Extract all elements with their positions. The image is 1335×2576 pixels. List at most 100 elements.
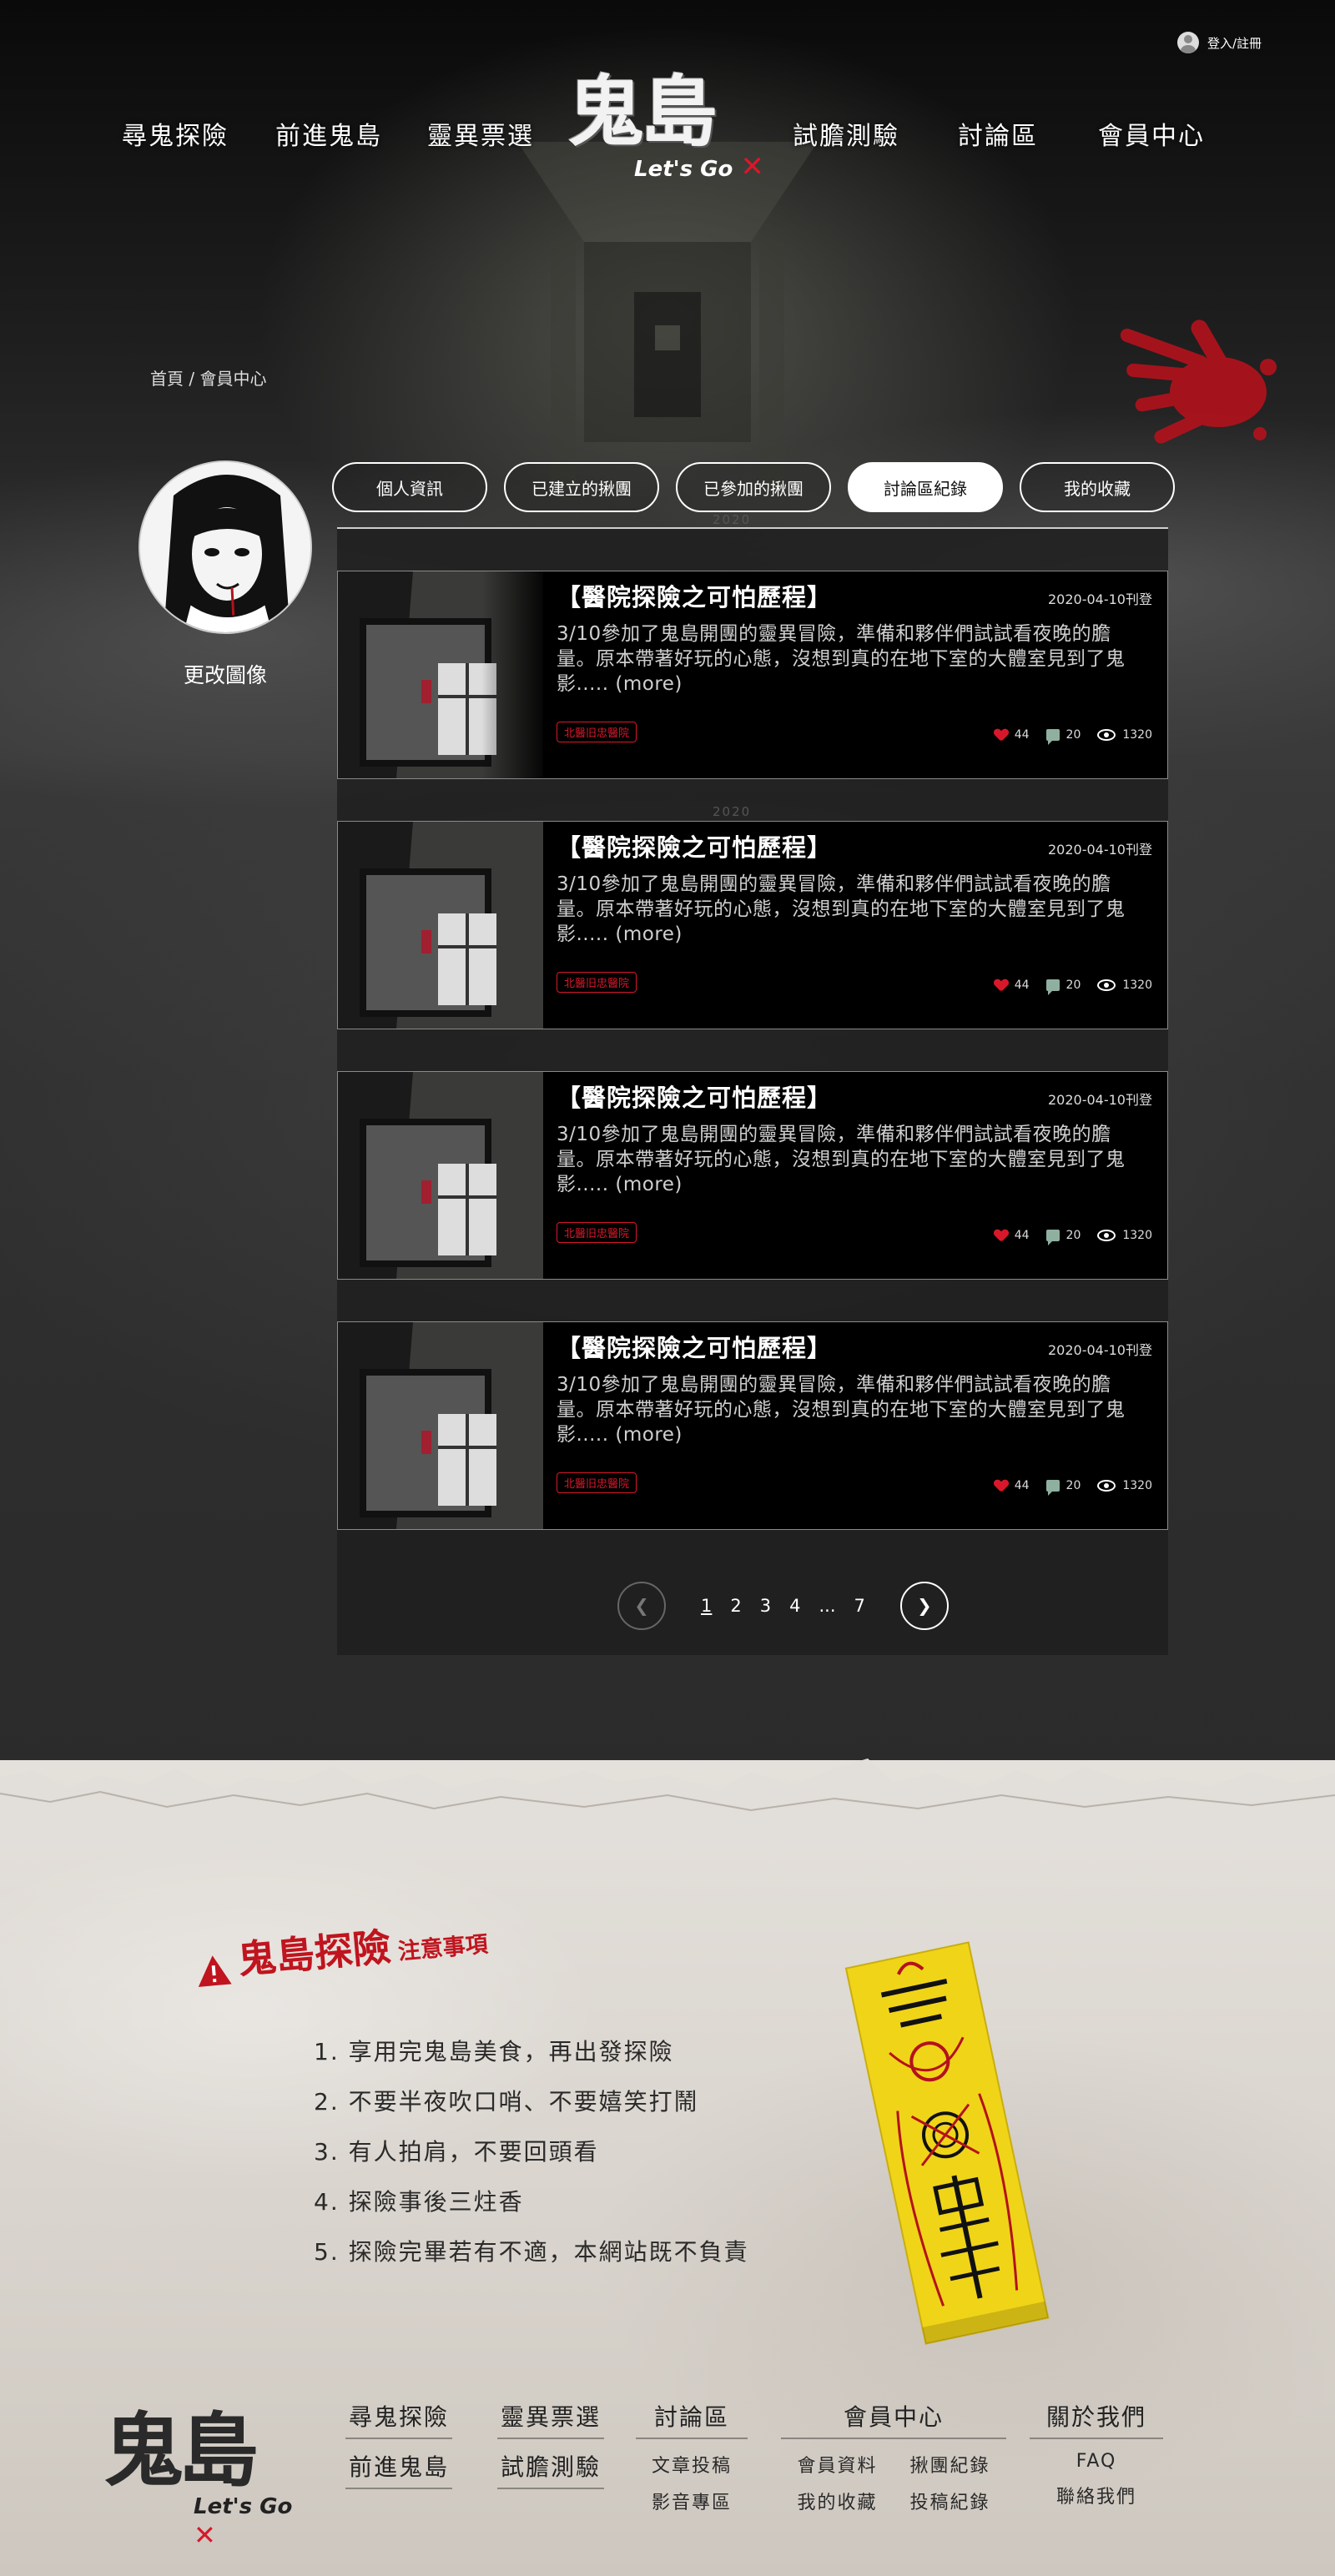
nav-item-forum[interactable]: 討論區 <box>958 115 1038 152</box>
comment-count: 20 <box>1065 728 1081 742</box>
post-location-tag[interactable]: 北醫旧忠醫院 <box>557 1222 637 1243</box>
footer-link-submission-records[interactable]: 投稿紀錄 <box>894 2488 1006 2514</box>
prev-page-button[interactable]: ❮ <box>617 1582 666 1630</box>
post-excerpt: 3/10參加了鬼島開團的靈異冒險，準備和夥伴們試試看夜晚的膽量。原本帶著好玩的心… <box>557 623 1126 695</box>
heart-icon[interactable] <box>995 1230 1008 1241</box>
post-card[interactable]: 【醫院探險之可怕歷程】 2020-04-10刊登 3/10參加了鬼島開團的靈異冒… <box>337 1071 1168 1280</box>
page-number[interactable]: 7 <box>853 1596 867 1616</box>
footer-col-vote: 靈異票選 試膽測驗 <box>497 2399 604 2489</box>
year-mark: 2020 <box>713 804 752 819</box>
footer-link-media-zone[interactable]: 影音專區 <box>636 2488 748 2514</box>
heart-icon[interactable] <box>995 979 1008 991</box>
footer-col-member: 會員中心 會員資料 揪團紀錄 我的收藏 投稿紀錄 <box>781 2399 1006 2514</box>
footer-col-explore: 尋鬼探險 前進鬼島 <box>345 2399 452 2489</box>
tab-created-groups[interactable]: 已建立的揪團 <box>504 462 659 512</box>
x-icon: ✕ <box>194 2519 216 2551</box>
page-number[interactable]: 1 <box>699 1596 713 1616</box>
rule-item: 1. 享用完鬼島美食，再出發探險 <box>314 2038 674 2065</box>
post-stats: 44 20 1320 <box>995 728 1152 745</box>
x-icon: ✕ <box>740 150 764 184</box>
member-tabs: 個人資訊 已建立的揪團 已參加的揪團 討論區紀錄 我的收藏 <box>332 462 1175 512</box>
comment-count: 20 <box>1065 1479 1081 1492</box>
post-location-tag[interactable]: 北醫旧忠醫院 <box>557 1472 637 1493</box>
breadcrumb-home[interactable]: 首頁 <box>150 369 184 389</box>
footer-link-member-info[interactable]: 會員資料 <box>781 2451 894 2478</box>
comment-icon[interactable] <box>1045 1230 1060 1245</box>
post-title[interactable]: 【醫院探險之可怕歷程】 <box>557 828 832 863</box>
post-location-tag[interactable]: 北醫旧忠醫院 <box>557 722 637 742</box>
footer-link-faq[interactable]: FAQ <box>1030 2451 1163 2472</box>
comment-icon[interactable] <box>1045 979 1060 995</box>
like-count: 44 <box>1014 1229 1030 1242</box>
chevron-left-icon: ❮ <box>634 1596 649 1616</box>
rule-item: 2. 不要半夜吹口哨、不要嬉笑打鬧 <box>314 2088 699 2116</box>
avatar[interactable] <box>139 460 312 634</box>
post-title[interactable]: 【醫院探險之可怕歷程】 <box>557 1329 832 1364</box>
footer-link-ghost-vote[interactable]: 靈異票選 <box>497 2399 604 2439</box>
nav-item-go-ghost-island[interactable]: 前進鬼島 <box>275 115 382 152</box>
rule-item: 5. 探險完畢若有不適，本網站既不負責 <box>314 2238 749 2266</box>
heart-icon[interactable] <box>995 729 1008 741</box>
change-photo-link[interactable]: 更改圖像 <box>139 659 312 689</box>
view-count: 1320 <box>1122 1229 1152 1242</box>
rule-item: 4. 探險事後三炷香 <box>314 2188 524 2216</box>
page-number[interactable]: 4 <box>788 1596 802 1616</box>
tab-personal-info[interactable]: 個人資訊 <box>332 462 487 512</box>
logo-text: 鬼島 <box>567 67 718 157</box>
post-thumbnail <box>338 1322 543 1529</box>
post-thumbnail <box>338 822 543 1029</box>
footer-logo[interactable]: 鬼島 Let's Go ✕ <box>93 2386 319 2551</box>
post-excerpt: 3/10參加了鬼島開團的靈異冒險，準備和夥伴們試試看夜晚的膽量。原本帶著好玩的心… <box>557 1374 1126 1446</box>
rule-item: 3. 有人拍肩，不要回頭看 <box>314 2138 599 2166</box>
eye-icon <box>1097 729 1116 741</box>
footer-col-forum: 討論區 文章投稿 影音專區 <box>636 2399 748 2514</box>
post-location-tag[interactable]: 北醫旧忠醫院 <box>557 972 637 993</box>
footer-heading-member-center[interactable]: 會員中心 <box>781 2399 1006 2439</box>
site-logo[interactable]: 鬼島 Let's Go ✕ <box>567 50 768 192</box>
page-number[interactable]: 3 <box>758 1596 773 1616</box>
footer-link-contact-us[interactable]: 聯絡我們 <box>1030 2482 1163 2508</box>
post-excerpt: 3/10參加了鬼島開團的靈異冒險，準備和夥伴們試試看夜晚的膽量。原本帶著好玩的心… <box>557 1124 1126 1195</box>
footer-logo-text: 鬼島 <box>103 2403 259 2498</box>
footer-member-links: 會員資料 揪團紀錄 我的收藏 投稿紀錄 <box>781 2451 1006 2514</box>
post-card[interactable]: 【醫院探險之可怕歷程】 2020-04-10刊登 3/10參加了鬼島開團的靈異冒… <box>337 1321 1168 1530</box>
footer-heading-forum[interactable]: 討論區 <box>636 2399 748 2439</box>
footer-link-courage-test[interactable]: 試膽測驗 <box>497 2449 604 2489</box>
nav-item-courage-test[interactable]: 試膽測驗 <box>793 115 899 152</box>
post-title[interactable]: 【醫院探險之可怕歷程】 <box>557 1079 832 1114</box>
bloody-handprint-decoration <box>1120 319 1277 444</box>
talisman-decoration <box>844 1941 1050 2345</box>
login-register-link[interactable]: 登入/註冊 <box>1176 32 1262 53</box>
footer-link-article-submit[interactable]: 文章投稿 <box>636 2451 748 2478</box>
nav-item-ghost-vote[interactable]: 靈異票選 <box>427 115 534 152</box>
footer-link-group-records[interactable]: 揪團紀錄 <box>894 2451 1006 2478</box>
warning-icon <box>198 1955 232 1987</box>
footer-link-go-ghost-island[interactable]: 前進鬼島 <box>345 2449 452 2489</box>
chevron-right-icon: ❯ <box>917 1596 932 1616</box>
footer-heading-about-us[interactable]: 關於我們 <box>1030 2399 1163 2439</box>
next-page-button[interactable]: ❯ <box>899 1582 949 1630</box>
like-count: 44 <box>1014 728 1030 742</box>
eye-icon <box>1097 1230 1116 1241</box>
tab-forum-records[interactable]: 討論區紀錄 <box>848 462 1003 512</box>
comment-icon[interactable] <box>1045 729 1060 745</box>
eye-icon <box>1097 1480 1116 1492</box>
nav-item-ghost-explore[interactable]: 尋鬼探險 <box>122 115 229 152</box>
post-card[interactable]: 【醫院探險之可怕歷程】 2020-04-10刊登 3/10參加了鬼島開團的靈異冒… <box>337 571 1168 779</box>
heart-icon[interactable] <box>995 1480 1008 1492</box>
footer-logo-subtext: Let's Go ✕ <box>194 2494 293 2551</box>
post-card[interactable]: 【醫院探險之可怕歷程】 2020-04-10刊登 3/10參加了鬼島開團的靈異冒… <box>337 821 1168 1029</box>
view-count: 1320 <box>1122 728 1152 742</box>
tab-joined-groups[interactable]: 已參加的揪團 <box>676 462 831 512</box>
footer-link-favorites[interactable]: 我的收藏 <box>781 2488 894 2514</box>
page-number[interactable]: 2 <box>728 1596 743 1616</box>
year-mark: 2020 <box>713 512 752 527</box>
comment-icon[interactable] <box>1045 1480 1060 1496</box>
footer-link-ghost-explore[interactable]: 尋鬼探險 <box>345 2399 452 2439</box>
nav-item-member-center[interactable]: 會員中心 <box>1098 115 1205 152</box>
login-label: 登入/註冊 <box>1207 35 1262 51</box>
post-date: 2020-04-10刊登 <box>1048 1342 1152 1358</box>
tab-favorites[interactable]: 我的收藏 <box>1020 462 1175 512</box>
post-title[interactable]: 【醫院探險之可怕歷程】 <box>557 578 832 613</box>
post-thumbnail <box>338 571 543 778</box>
